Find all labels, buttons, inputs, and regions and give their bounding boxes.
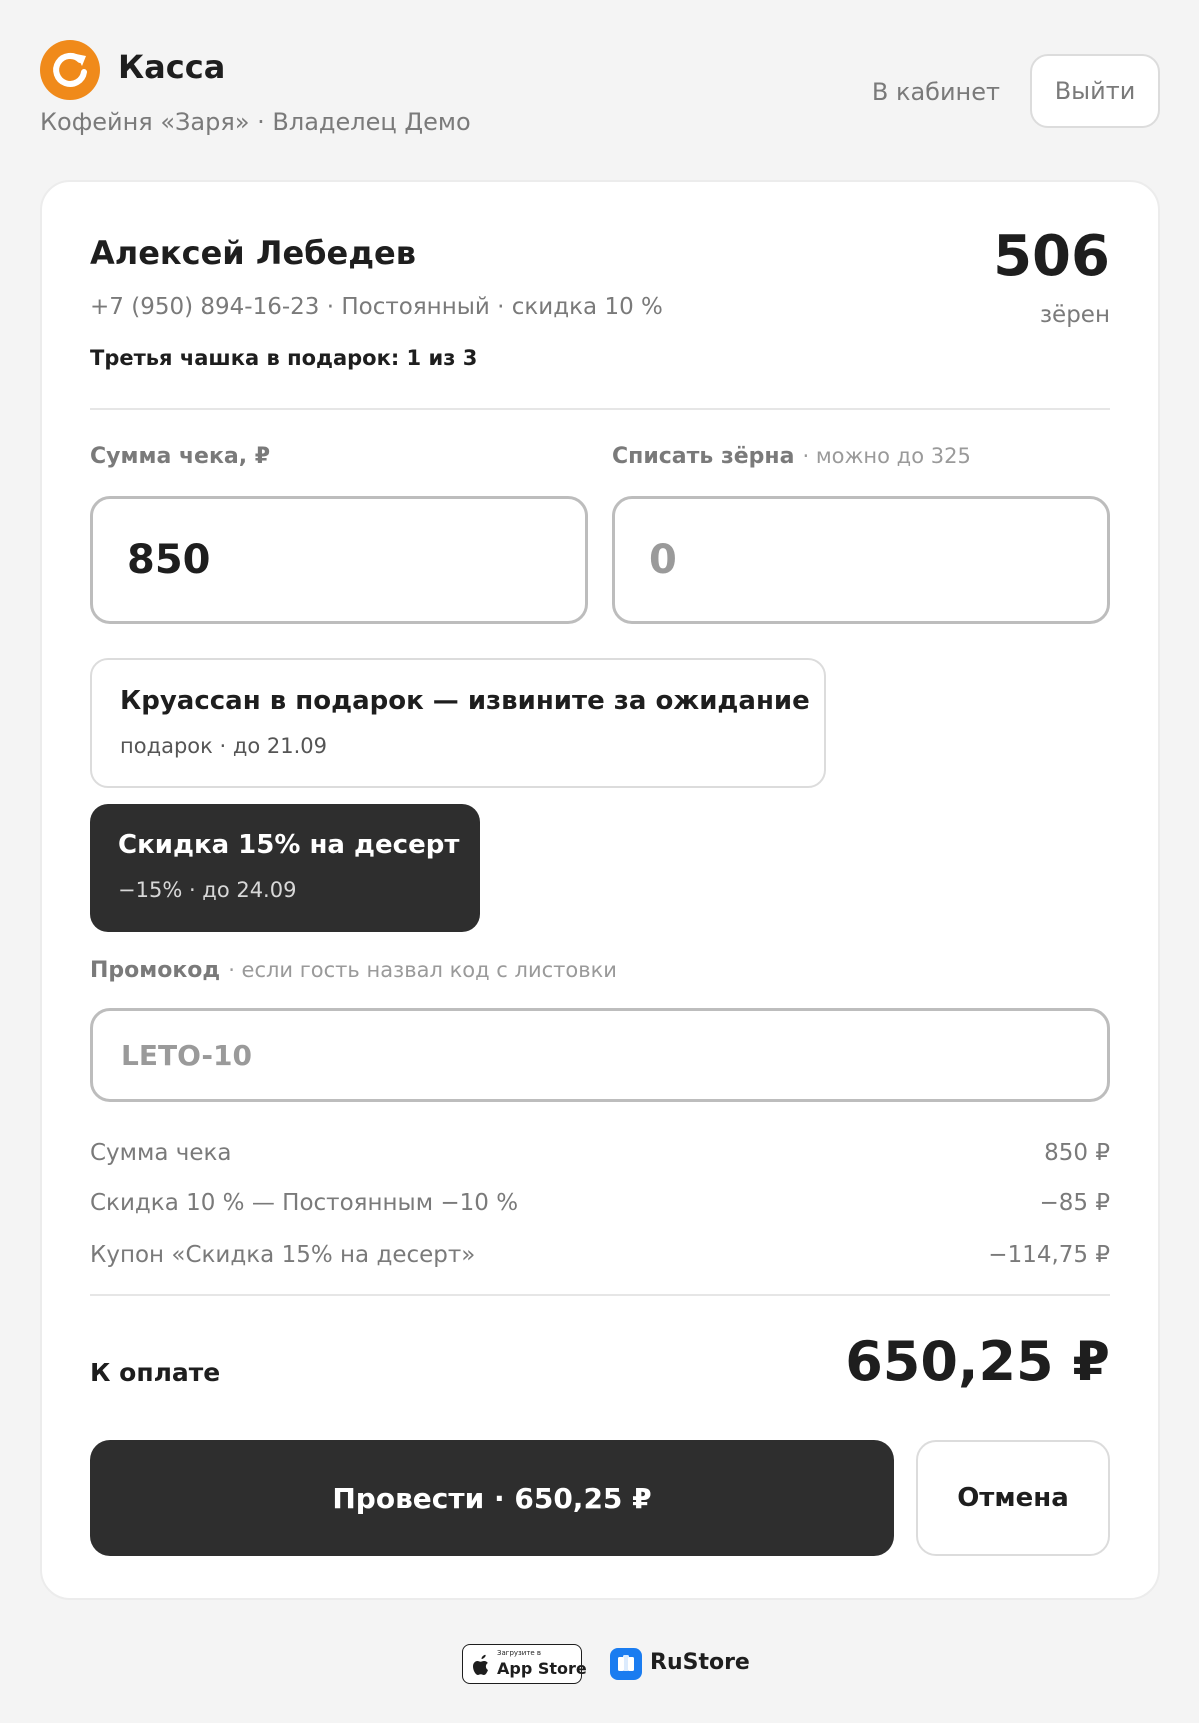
appstore-small-label: Загрузите в [497, 1649, 542, 1657]
client-meta: +7 (950) 894-16-23 · Постоянный · скидка… [90, 294, 663, 320]
summary-value: −85 ₽ [1039, 1190, 1110, 1216]
amount-label: Сумма чека, ₽ [90, 444, 270, 469]
summary-label: Сумма чека [90, 1140, 232, 1166]
summary-value: −114,75 ₽ [988, 1242, 1110, 1268]
promo-label-text: Промокод [90, 958, 221, 983]
summary-value: 850 ₽ [1044, 1140, 1110, 1166]
beans-writeoff-label-text: Списать зёрна [612, 444, 795, 469]
coupon-subtitle: подарок · до 21.09 [120, 734, 328, 758]
apple-icon [473, 1654, 488, 1675]
pay-button[interactable]: Провести · 650,25 ₽ [90, 1440, 894, 1556]
coupon-card-selected[interactable]: Скидка 15% на десерт −15% · до 24.09 [90, 804, 480, 932]
beans-writeoff-label: Списать зёрна · можно до 325 [612, 444, 971, 469]
promo-hint: · если гость назвал код с листовки [228, 958, 617, 982]
cabinet-link[interactable]: В кабинет [872, 78, 1000, 106]
summary-label: Купон «Скидка 15% на десерт» [90, 1242, 476, 1268]
beans-balance: 506 [993, 224, 1110, 289]
checkout-card: Алексей Лебедев +7 (950) 894-16-23 · Пос… [40, 180, 1160, 1600]
summary-row: Скидка 10 % — Постоянным −10 % −85 ₽ [90, 1190, 1110, 1226]
total-value: 650,25 ₽ [845, 1330, 1110, 1393]
coupon-title: Круассан в подарок — извините за ожидани… [120, 686, 810, 716]
amount-input[interactable] [90, 496, 588, 624]
total-label: К оплате [90, 1358, 221, 1387]
rustore-label: RuStore [650, 1650, 750, 1675]
beans-writeoff-input[interactable] [612, 496, 1110, 624]
rustore-icon [610, 1648, 642, 1680]
promo-code-input[interactable] [90, 1008, 1110, 1102]
header: Касса Кофейня «Заря» · Владелец Демо В к… [40, 38, 1160, 148]
appstore-label: App Store [497, 1659, 587, 1678]
client-loyalty-progress: Третья чашка в подарок: 1 из 3 [90, 346, 478, 370]
logout-button[interactable]: Выйти [1030, 54, 1160, 128]
amount-label-text: Сумма чека, ₽ [90, 444, 271, 469]
refresh-c-logo-icon [40, 40, 100, 100]
app-title: Касса [118, 48, 226, 86]
summary-row: Купон «Скидка 15% на десерт» −114,75 ₽ [90, 1242, 1110, 1278]
divider [90, 408, 1110, 410]
app-subtitle: Кофейня «Заря» · Владелец Демо [40, 108, 471, 136]
promo-label: Промокод · если гость назвал код с листов… [90, 958, 617, 983]
beans-writeoff-hint: · можно до 325 [802, 444, 971, 468]
client-name: Алексей Лебедев [90, 234, 416, 272]
summary-label: Скидка 10 % — Постоянным −10 % [90, 1190, 519, 1216]
coupon-card[interactable]: Круассан в подарок — извините за ожидани… [90, 658, 826, 788]
beans-label: зёрен [1039, 302, 1110, 328]
appstore-badge[interactable]: Загрузите в App Store [462, 1644, 587, 1684]
divider [90, 1294, 1110, 1296]
cancel-button[interactable]: Отмена [916, 1440, 1110, 1556]
coupon-title: Скидка 15% на десерт [118, 830, 460, 860]
summary-row: Сумма чека 850 ₽ [90, 1140, 1110, 1176]
store-badges: Загрузите в App Store RuStore [0, 1642, 1199, 1686]
coupon-subtitle: −15% · до 24.09 [118, 878, 297, 902]
